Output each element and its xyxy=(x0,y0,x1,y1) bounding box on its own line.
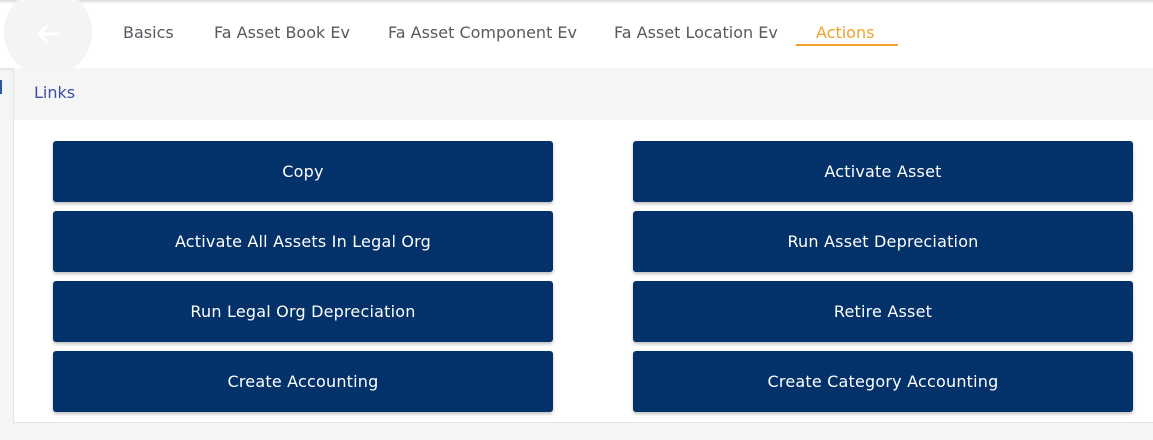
tab-fa-asset-location-ev[interactable]: Fa Asset Location Ev xyxy=(614,23,778,42)
links-section-header[interactable]: Links xyxy=(14,68,1153,120)
top-shadow xyxy=(0,0,1153,4)
tab-fa-asset-component-ev[interactable]: Fa Asset Component Ev xyxy=(388,23,577,42)
back-button[interactable] xyxy=(4,0,92,76)
top-navigation-bar: Basics Fa Asset Book Ev Fa Asset Compone… xyxy=(0,0,1153,76)
tab-actions[interactable]: Actions xyxy=(816,23,874,42)
left-edge-marker xyxy=(0,80,2,94)
create-category-accounting-button[interactable]: Create Category Accounting xyxy=(633,351,1133,412)
active-tab-indicator xyxy=(796,44,898,46)
copy-button[interactable]: Copy xyxy=(53,141,553,202)
links-section-title: Links xyxy=(34,83,76,102)
retire-asset-button[interactable]: Retire Asset xyxy=(633,281,1133,342)
arrow-left-icon xyxy=(37,24,60,44)
activate-all-assets-in-legal-org-button[interactable]: Activate All Assets In Legal Org xyxy=(53,211,553,272)
tab-basics[interactable]: Basics xyxy=(123,23,174,42)
create-accounting-button[interactable]: Create Accounting xyxy=(53,351,553,412)
run-legal-org-depreciation-button[interactable]: Run Legal Org Depreciation xyxy=(53,281,553,342)
tab-fa-asset-book-ev[interactable]: Fa Asset Book Ev xyxy=(214,23,350,42)
activate-asset-button[interactable]: Activate Asset xyxy=(633,141,1133,202)
run-asset-depreciation-button[interactable]: Run Asset Depreciation xyxy=(633,211,1133,272)
